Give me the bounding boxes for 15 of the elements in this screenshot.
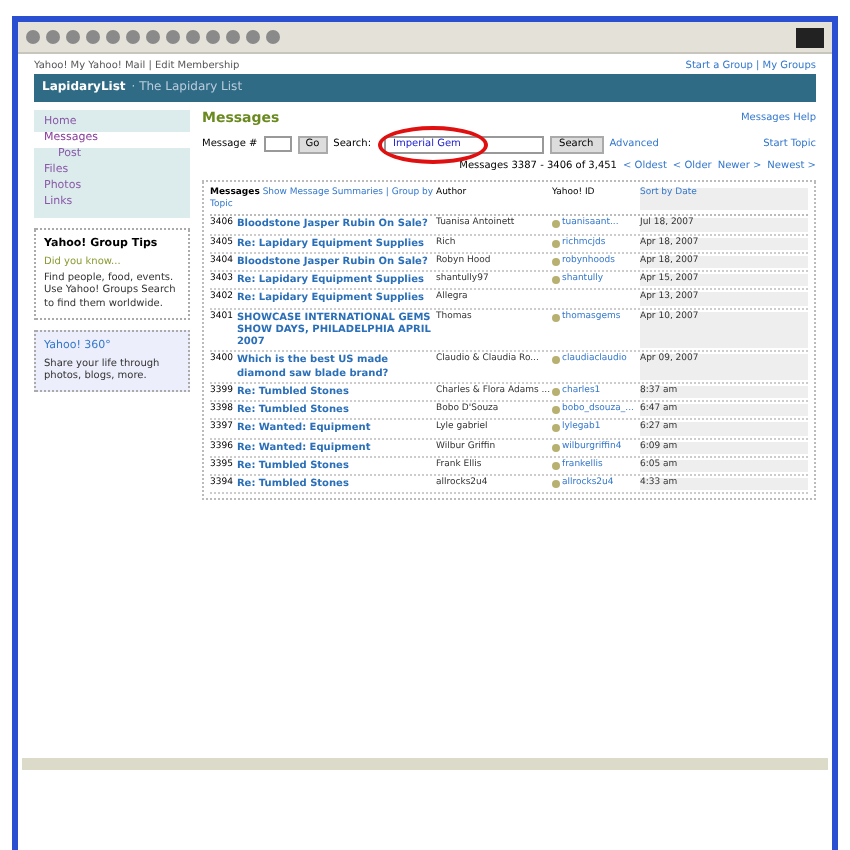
user-icon: [552, 424, 560, 433]
highlight-ellipse: [377, 125, 488, 164]
message-number-field[interactable]: [263, 136, 292, 153]
user-icon: [552, 406, 560, 414]
user-icon: [552, 356, 560, 365]
horizontal-scrollbar[interactable]: [22, 758, 828, 770]
user-icon: [552, 220, 560, 229]
user-icon: [552, 461, 560, 470]
user-icon: [552, 480, 560, 488]
user-icon: [552, 239, 560, 247]
user-icon: [552, 313, 560, 321]
user-icon: [552, 276, 560, 284]
user-icon: [552, 387, 560, 396]
user-icon: [552, 257, 560, 266]
user-icon: [552, 443, 560, 451]
